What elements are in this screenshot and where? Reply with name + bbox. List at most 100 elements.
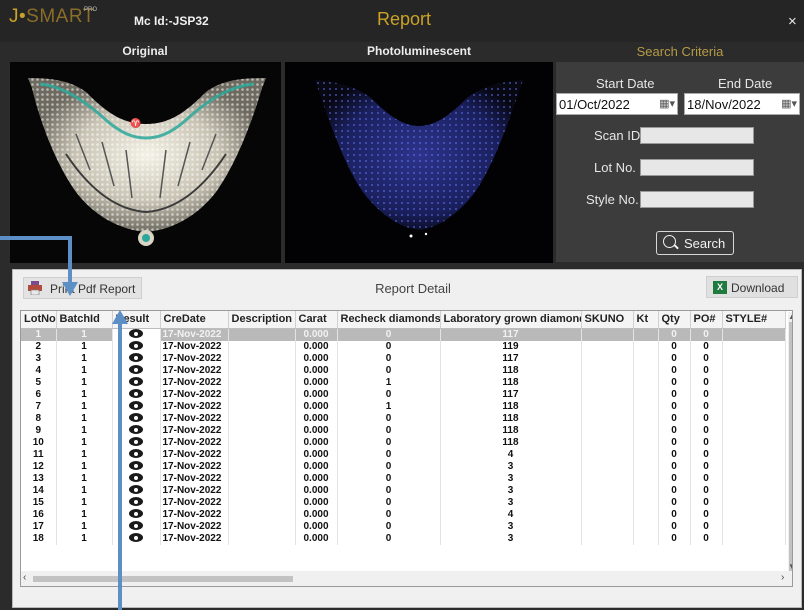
column-header-skuno[interactable]: SKUNO <box>581 311 634 329</box>
eye-icon[interactable] <box>129 521 143 531</box>
vertical-scrollbar[interactable]: ▲ ▼ <box>788 312 792 572</box>
cell-date: 17-Nov-2022 <box>160 340 229 353</box>
lot-no-input[interactable] <box>640 159 754 176</box>
eye-icon[interactable] <box>129 425 143 435</box>
eye-icon[interactable] <box>129 365 143 375</box>
column-header-recheck-diamonds[interactable]: Recheck diamonds <box>337 311 441 329</box>
column-header-batchid[interactable]: BatchId <box>56 311 113 329</box>
table-row[interactable]: 8 1 17-Nov-2022 0.000 0 118 0 0 <box>21 412 786 425</box>
column-header-qty[interactable]: Qty <box>658 311 691 329</box>
cell-batch: 1 <box>56 400 113 413</box>
eye-icon[interactable] <box>129 413 143 423</box>
horizontal-scrollbar[interactable]: ‹ › <box>21 571 792 586</box>
cell-style <box>722 472 786 485</box>
scroll-right-icon[interactable]: › <box>781 572 784 583</box>
table-row[interactable]: 11 1 17-Nov-2022 0.000 0 4 0 0 <box>21 448 786 461</box>
download-button[interactable]: X Download <box>706 276 798 298</box>
scan-id-input[interactable] <box>640 127 754 144</box>
cell-desc <box>228 508 296 521</box>
cell-kt <box>633 340 659 353</box>
column-header-lab-grown-diamonds[interactable]: Laboratory grown diamonds <box>440 311 582 329</box>
table-row[interactable]: 16 1 17-Nov-2022 0.000 0 4 0 0 <box>21 508 786 521</box>
cell-recheck: 0 <box>337 508 441 521</box>
vertical-scroll-thumb[interactable] <box>789 322 792 572</box>
svg-text:♈: ♈ <box>130 117 141 128</box>
eye-icon[interactable] <box>129 497 143 507</box>
cell-qty: 0 <box>658 376 691 389</box>
start-date-picker[interactable]: 01/Oct/2022 ▦▾ <box>556 93 678 115</box>
calendar-icon[interactable]: ▦▾ <box>659 97 675 110</box>
eye-icon[interactable] <box>129 449 143 459</box>
cell-po: 0 <box>690 340 723 353</box>
cell-qty: 0 <box>658 412 691 425</box>
eye-icon[interactable] <box>129 437 143 447</box>
cell-lot: 16 <box>21 508 57 521</box>
scan-id-label: Scan ID <box>594 128 641 143</box>
cell-carat: 0.000 <box>295 472 338 485</box>
cell-batch: 1 <box>56 508 113 521</box>
eye-icon[interactable] <box>129 485 143 495</box>
column-header-style[interactable]: STYLE# <box>722 311 786 329</box>
close-button[interactable]: × <box>788 13 797 30</box>
cell-style <box>722 352 786 365</box>
table-row[interactable]: 3 1 17-Nov-2022 0.000 0 117 0 0 <box>21 352 786 365</box>
cell-kt <box>633 484 659 497</box>
table-row[interactable]: 15 1 17-Nov-2022 0.000 0 3 0 0 <box>21 496 786 509</box>
style-no-input[interactable] <box>640 191 754 208</box>
table-row[interactable]: 12 1 17-Nov-2022 0.000 0 3 0 0 <box>21 460 786 473</box>
eye-icon[interactable] <box>129 389 143 399</box>
horizontal-scroll-thumb[interactable] <box>33 576 293 582</box>
scroll-down-icon[interactable]: ▼ <box>788 562 792 571</box>
cell-qty: 0 <box>658 388 691 401</box>
table-row[interactable]: 13 1 17-Nov-2022 0.000 0 3 0 0 <box>21 472 786 485</box>
title-bar: J•SMART PRO Mc Id:-JSP32 Report × <box>0 0 804 42</box>
table-row[interactable]: 7 1 17-Nov-2022 0.000 1 118 0 0 <box>21 400 786 413</box>
cell-po: 0 <box>690 388 723 401</box>
eye-icon[interactable] <box>129 329 143 339</box>
column-header-lotno[interactable]: LotNo <box>21 311 57 329</box>
eye-icon[interactable] <box>129 473 143 483</box>
cell-desc <box>228 412 296 425</box>
cell-lot: 14 <box>21 484 57 497</box>
table-row[interactable]: 17 1 17-Nov-2022 0.000 0 3 0 0 <box>21 520 786 533</box>
table-row[interactable]: 6 1 17-Nov-2022 0.000 0 117 0 0 <box>21 388 786 401</box>
cell-sku <box>581 448 634 461</box>
scroll-up-icon[interactable]: ▲ <box>788 312 792 321</box>
table-row[interactable]: 10 1 17-Nov-2022 0.000 0 118 0 0 <box>21 436 786 449</box>
eye-icon[interactable] <box>129 533 143 543</box>
calendar-icon[interactable]: ▦▾ <box>781 97 797 110</box>
search-button[interactable]: Search <box>656 231 734 255</box>
print-pdf-report-button[interactable]: Print Pdf Report <box>23 277 143 299</box>
cell-recheck: 0 <box>337 436 441 449</box>
table-row[interactable]: 1 1 17-Nov-2022 0.000 0 117 0 0 <box>21 328 786 341</box>
eye-icon[interactable] <box>129 341 143 351</box>
cell-po: 0 <box>690 352 723 365</box>
cell-kt <box>633 448 659 461</box>
column-header-description[interactable]: Description <box>228 311 296 329</box>
table-row[interactable]: 14 1 17-Nov-2022 0.000 0 3 0 0 <box>21 484 786 497</box>
scroll-left-icon[interactable]: ‹ <box>23 572 26 583</box>
column-header-kt[interactable]: Kt <box>633 311 659 329</box>
cell-date: 17-Nov-2022 <box>160 352 229 365</box>
cell-qty: 0 <box>658 340 691 353</box>
eye-icon[interactable] <box>129 509 143 519</box>
eye-icon[interactable] <box>129 461 143 471</box>
table-row[interactable]: 2 1 17-Nov-2022 0.000 0 119 0 0 <box>21 340 786 353</box>
column-header-credate[interactable]: CreDate <box>160 311 229 329</box>
eye-icon[interactable] <box>129 377 143 387</box>
end-date-picker[interactable]: 18/Nov/2022 ▦▾ <box>684 93 800 115</box>
column-header-po[interactable]: PO# <box>690 311 723 329</box>
eye-icon[interactable] <box>129 353 143 363</box>
table-row[interactable]: 5 1 17-Nov-2022 0.000 1 118 0 0 <box>21 376 786 389</box>
cell-date: 17-Nov-2022 <box>160 472 229 485</box>
table-row[interactable]: 9 1 17-Nov-2022 0.000 0 118 0 0 <box>21 424 786 437</box>
eye-icon[interactable] <box>129 401 143 411</box>
cell-lab: 119 <box>440 340 582 353</box>
table-row[interactable]: 4 1 17-Nov-2022 0.000 0 118 0 0 <box>21 364 786 377</box>
table-row[interactable]: 18 1 17-Nov-2022 0.000 0 3 0 0 <box>21 532 786 545</box>
column-header-carat[interactable]: Carat <box>295 311 338 329</box>
cell-sku <box>581 412 634 425</box>
cell-lot: 13 <box>21 472 57 485</box>
cell-date: 17-Nov-2022 <box>160 460 229 473</box>
cell-lot: 8 <box>21 412 57 425</box>
